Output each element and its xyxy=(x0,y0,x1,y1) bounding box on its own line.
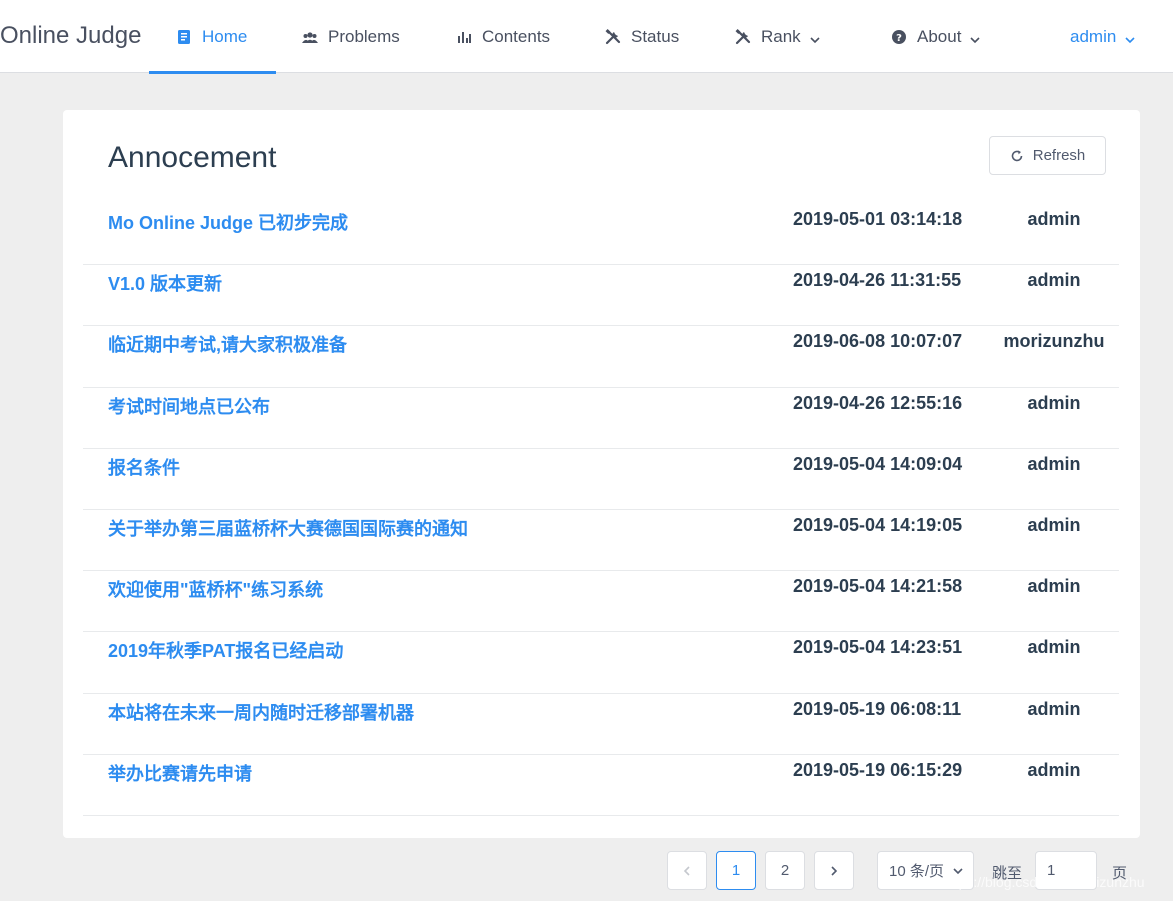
announcement-date: 2019-06-08 10:07:07 xyxy=(793,331,963,352)
announcement-title-link[interactable]: V1.0 版本更新 xyxy=(108,270,222,296)
nav-rank[interactable]: Rank xyxy=(735,0,821,73)
announcement-author: admin xyxy=(1027,392,1081,413)
nav-about[interactable]: ? About xyxy=(891,0,981,73)
chevron-down-icon xyxy=(1124,31,1136,43)
list-item: 欢迎使用"蓝桥杯"练习系统 2019-05-04 14:21:58 admin xyxy=(83,571,1119,633)
announcement-author: admin xyxy=(1027,453,1081,474)
announcement-title-link[interactable]: 欢迎使用"蓝桥杯"练习系统 xyxy=(108,576,323,602)
users-icon xyxy=(302,29,318,45)
bar-chart-icon xyxy=(456,29,472,45)
page-1-button[interactable]: 1 xyxy=(716,851,756,890)
announcement-author: admin xyxy=(1027,637,1081,658)
announcement-title-link[interactable]: 临近期中考试,请大家积极准备 xyxy=(108,331,347,357)
tools-icon xyxy=(735,28,751,45)
chevron-down-icon xyxy=(809,31,821,43)
announcement-title-link[interactable]: Mo Online Judge 已初步完成 xyxy=(108,209,348,235)
nav-contents-label: Contents xyxy=(482,26,551,46)
brand-title: Online Judge xyxy=(0,22,142,49)
nav-problems[interactable]: Problems xyxy=(302,0,400,73)
top-navbar: Online Judge Home Problems Contents Stat… xyxy=(0,0,1173,74)
nav-contents[interactable]: Contents xyxy=(456,0,550,73)
announcement-title-link[interactable]: 报名条件 xyxy=(108,454,180,480)
nav-home[interactable]: Home xyxy=(149,0,276,74)
announcement-date: 2019-05-04 14:21:58 xyxy=(793,576,963,597)
list-item: 报名条件 2019-05-04 14:09:04 admin xyxy=(83,449,1119,510)
document-icon xyxy=(176,29,192,45)
page-2-button[interactable]: 2 xyxy=(765,851,805,890)
announcement-author: morizunzhu xyxy=(1003,331,1105,352)
announcement-title-link[interactable]: 本站将在未来一周内随时迁移部署机器 xyxy=(108,699,414,725)
chevron-down-icon xyxy=(969,31,981,43)
announcement-date: 2019-05-19 06:08:11 xyxy=(793,698,962,719)
nav-rank-label: Rank xyxy=(761,26,801,46)
card-title: Annocement xyxy=(108,141,277,174)
list-item: 本站将在未来一周内随时迁移部署机器 2019-05-19 06:08:11 ad… xyxy=(83,694,1119,755)
tools-icon xyxy=(605,28,621,45)
announcement-date: 2019-04-26 11:31:55 xyxy=(793,270,962,291)
announcement-date: 2019-05-04 14:19:05 xyxy=(793,514,963,535)
nav-about-label: About xyxy=(917,26,962,46)
announcement-card: Annocement Refresh Mo Online Judge 已初步完成… xyxy=(63,110,1140,838)
list-item: Mo Online Judge 已初步完成 2019-05-01 03:14:1… xyxy=(83,204,1119,266)
list-item: 临近期中考试,请大家积极准备 2019-06-08 10:07:07 moriz… xyxy=(83,326,1119,388)
page-size-select[interactable]: 10 条/页 xyxy=(877,851,974,890)
announcement-author: admin xyxy=(1027,209,1081,229)
announcement-author: admin xyxy=(1027,270,1081,291)
jump-label: 跳至 xyxy=(992,865,1023,882)
announcement-author: admin xyxy=(1027,576,1081,597)
list-item: 举办比赛请先申请 2019-05-19 06:15:29 admin xyxy=(83,755,1119,816)
announcement-author: admin xyxy=(1027,698,1081,719)
nav-status-label: Status xyxy=(631,26,680,46)
announcement-date: 2019-05-04 14:23:51 xyxy=(793,637,963,658)
prev-page-button[interactable] xyxy=(667,851,707,890)
nav-problems-label: Problems xyxy=(328,26,400,46)
user-menu[interactable]: admin xyxy=(1070,0,1136,73)
announcement-author: admin xyxy=(1027,759,1081,780)
announcement-author: admin xyxy=(1027,514,1081,535)
list-item: 2019年秋季PAT报名已经启动 2019-05-04 14:23:51 adm… xyxy=(83,632,1119,694)
svg-text:?: ? xyxy=(896,33,902,44)
refresh-icon xyxy=(1010,149,1024,163)
announcement-title-link[interactable]: 考试时间地点已公布 xyxy=(108,393,270,419)
announcement-date: 2019-04-26 12:55:16 xyxy=(793,392,963,413)
chevron-right-icon xyxy=(831,865,838,876)
page-size-value: 10 条/页 xyxy=(889,863,945,880)
list-item: V1.0 版本更新 2019-04-26 11:31:55 admin xyxy=(83,265,1119,327)
announcement-title-link[interactable]: 举办比赛请先申请 xyxy=(108,760,252,786)
refresh-label: Refresh xyxy=(1032,147,1086,164)
page-unit-label: 页 xyxy=(1112,865,1128,882)
help-circle-icon: ? xyxy=(891,29,907,45)
announcement-date: 2019-05-01 03:14:18 xyxy=(793,209,963,229)
nav-status[interactable]: Status xyxy=(605,0,679,73)
refresh-button[interactable]: Refresh xyxy=(989,136,1106,175)
list-item: 考试时间地点已公布 2019-04-26 12:55:16 admin xyxy=(83,388,1119,449)
announcement-list: Mo Online Judge 已初步完成 2019-05-01 03:14:1… xyxy=(83,204,1119,816)
jump-page-input[interactable] xyxy=(1035,851,1097,890)
announcement-date: 2019-05-19 06:15:29 xyxy=(793,759,963,780)
next-page-button[interactable] xyxy=(814,851,854,890)
chevron-down-icon xyxy=(953,867,963,874)
user-name: admin xyxy=(1070,26,1117,46)
list-item: 关于举办第三届蓝桥杯大赛德国国际赛的通知 2019-05-04 14:19:05… xyxy=(83,510,1119,572)
announcement-date: 2019-05-04 14:09:04 xyxy=(793,453,963,474)
nav-home-label: Home xyxy=(202,26,248,46)
chevron-left-icon xyxy=(683,865,690,876)
announcement-title-link[interactable]: 2019年秋季PAT报名已经启动 xyxy=(108,637,343,663)
announcement-title-link[interactable]: 关于举办第三届蓝桥杯大赛德国国际赛的通知 xyxy=(108,515,468,541)
